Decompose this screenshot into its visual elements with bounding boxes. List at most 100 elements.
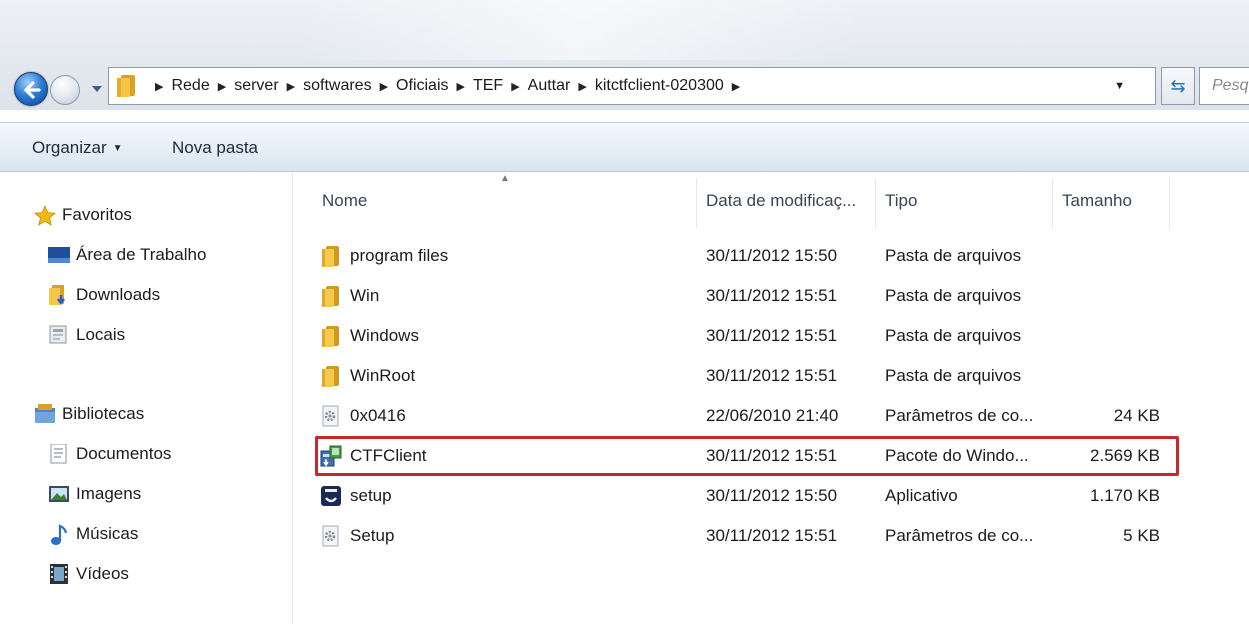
file-type: Aplicativo (885, 486, 958, 505)
file-name: setup (350, 486, 392, 505)
nav-documents[interactable]: Documentos (48, 443, 172, 464)
nav-label: Downloads (76, 285, 161, 304)
column-header-type[interactable]: Tipo (885, 191, 917, 211)
file-size: 24 KB (1113, 406, 1160, 425)
nav-images[interactable]: Imagens (48, 484, 141, 504)
downloads-folder-icon (48, 285, 70, 306)
config-file-icon (320, 525, 342, 547)
breadcrumb-separator-icon[interactable]: ▶ (218, 80, 226, 93)
nav-label: Locais (76, 325, 126, 344)
column-divider[interactable] (875, 178, 876, 228)
nav-favorites[interactable]: Favoritos (34, 204, 132, 226)
breadcrumb-item[interactable]: Oficiais (396, 77, 448, 95)
video-icon (48, 564, 70, 584)
file-size: 5 KB (1123, 526, 1160, 545)
file-name: 0x0416 (350, 406, 406, 425)
nav-label: Músicas (76, 524, 139, 543)
new-folder-button[interactable]: Nova pasta (172, 138, 258, 158)
nav-label: Bibliotecas (62, 404, 145, 423)
breadcrumb-separator-icon[interactable]: ▶ (155, 80, 163, 93)
address-bar[interactable]: ▶ Rede ▶ server ▶ softwares ▶ Oficiais ▶ TEF ▶ Autt… (108, 67, 1156, 105)
breadcrumb-item[interactable]: kitctfclient-020300 (595, 77, 724, 95)
desktop-icon (48, 245, 70, 265)
breadcrumb-item[interactable]: TEF (473, 77, 503, 95)
nav-videos[interactable]: Vídeos (48, 564, 129, 584)
file-date: 30/11/2012 15:51 (706, 366, 838, 385)
file-size: 1.170 KB (1090, 486, 1160, 505)
file-date: 30/11/2012 15:51 (706, 286, 838, 305)
nav-label: Imagens (76, 484, 142, 503)
documents-icon (48, 443, 70, 464)
file-row[interactable]: Setup 30/11/2012 15:51 Parâmetros de co...… (310, 518, 1190, 554)
breadcrumb-separator-icon[interactable]: ▶ (732, 80, 740, 93)
breadcrumb-item[interactable]: Auttar (528, 77, 571, 95)
file-date: 30/11/2012 15:51 (706, 326, 838, 345)
highlight-box (315, 436, 1179, 476)
nav-label: Área de Trabalho (76, 245, 207, 264)
file-row[interactable]: 0x0416 22/06/2010 21:40 Parâmetros de co..… (310, 398, 1190, 434)
organize-label: Organizar (32, 138, 107, 157)
nav-libraries[interactable]: Bibliotecas (34, 404, 144, 424)
column-header-size[interactable]: Tamanho (1062, 191, 1132, 211)
breadcrumb-separator-icon[interactable]: ▶ (511, 80, 519, 93)
folder-icon (115, 74, 141, 98)
column-divider[interactable] (1052, 178, 1053, 228)
column-header-date[interactable]: Data de modificaç... (706, 191, 856, 211)
nav-desktop[interactable]: Área de Trabalho (48, 245, 206, 265)
command-bar: Organizar ▼ Nova pasta (0, 122, 1249, 172)
file-row[interactable]: WinRoot 30/11/2012 15:51 Pasta de arquivos (310, 358, 1190, 394)
config-file-icon (320, 405, 342, 427)
file-name: Win (350, 286, 380, 305)
breadcrumb-item[interactable]: softwares (303, 77, 371, 95)
libraries-icon (34, 404, 56, 424)
chevron-down-icon: ▼ (112, 143, 123, 155)
refresh-button[interactable]: ⇆ (1161, 67, 1195, 105)
file-row[interactable]: setup 30/11/2012 15:50 Aplicativo 1.170 KB (310, 478, 1190, 514)
folder-icon (320, 245, 342, 267)
file-type: Pasta de arquivos (885, 246, 1022, 265)
chevron-down-icon (92, 86, 102, 92)
file-row[interactable]: program files 30/11/2012 15:50 Pasta de ar… (310, 238, 1190, 274)
navigation-pane: Favoritos Área de Trabalho Downloads Loc… (0, 173, 293, 624)
nav-label: Documentos (76, 444, 172, 463)
forward-button[interactable] (50, 75, 80, 105)
back-arrow-icon (24, 81, 41, 99)
file-row[interactable]: Win 30/11/2012 15:51 Pasta de arquivos (310, 278, 1190, 314)
nav-label: Favoritos (62, 205, 132, 224)
nav-music[interactable]: Músicas (48, 524, 139, 545)
breadcrumb-separator-icon[interactable]: ▶ (578, 80, 586, 93)
pictures-icon (48, 484, 70, 504)
search-input[interactable]: Pesq (1199, 67, 1249, 105)
sort-ascending-icon: ▲ (500, 173, 510, 184)
column-headers: ▲ Nome Data de modificaç... Tipo Tamanho (294, 173, 1249, 229)
breadcrumb-item[interactable]: Rede (171, 77, 209, 95)
file-date: 30/11/2012 15:51 (706, 526, 838, 545)
file-date: 22/06/2010 21:40 (706, 406, 839, 425)
file-list: ▲ Nome Data de modificaç... Tipo Tamanho… (294, 173, 1249, 624)
file-name: Windows (350, 326, 419, 345)
file-type: Pasta de arquivos (885, 326, 1022, 345)
refresh-icon: ⇆ (1170, 75, 1186, 96)
breadcrumb-separator-icon[interactable]: ▶ (457, 80, 465, 93)
file-name: Setup (350, 526, 395, 545)
recent-pages-dropdown[interactable] (90, 82, 104, 96)
nav-locais[interactable]: Locais (48, 325, 125, 345)
star-icon (34, 204, 56, 226)
file-type: Pasta de arquivos (885, 286, 1022, 305)
file-row[interactable]: Windows 30/11/2012 15:51 Pasta de arquivos (310, 318, 1190, 354)
back-button[interactable] (14, 72, 48, 106)
column-header-name[interactable]: Nome (322, 191, 367, 211)
column-divider[interactable] (1169, 178, 1170, 228)
organize-button[interactable]: Organizar ▼ (32, 138, 123, 158)
address-dropdown-icon[interactable]: ▼ (1114, 80, 1125, 92)
breadcrumb-separator-icon[interactable]: ▶ (287, 80, 295, 93)
breadcrumb-separator-icon[interactable]: ▶ (380, 80, 388, 93)
file-name: program files (350, 246, 449, 265)
column-divider[interactable] (696, 178, 697, 228)
file-date: 30/11/2012 15:50 (706, 246, 838, 265)
breadcrumb-item[interactable]: server (234, 77, 278, 95)
nav-downloads[interactable]: Downloads (48, 285, 161, 306)
nav-label: Vídeos (76, 564, 129, 583)
recent-places-icon (48, 325, 70, 345)
folder-icon (320, 365, 342, 387)
